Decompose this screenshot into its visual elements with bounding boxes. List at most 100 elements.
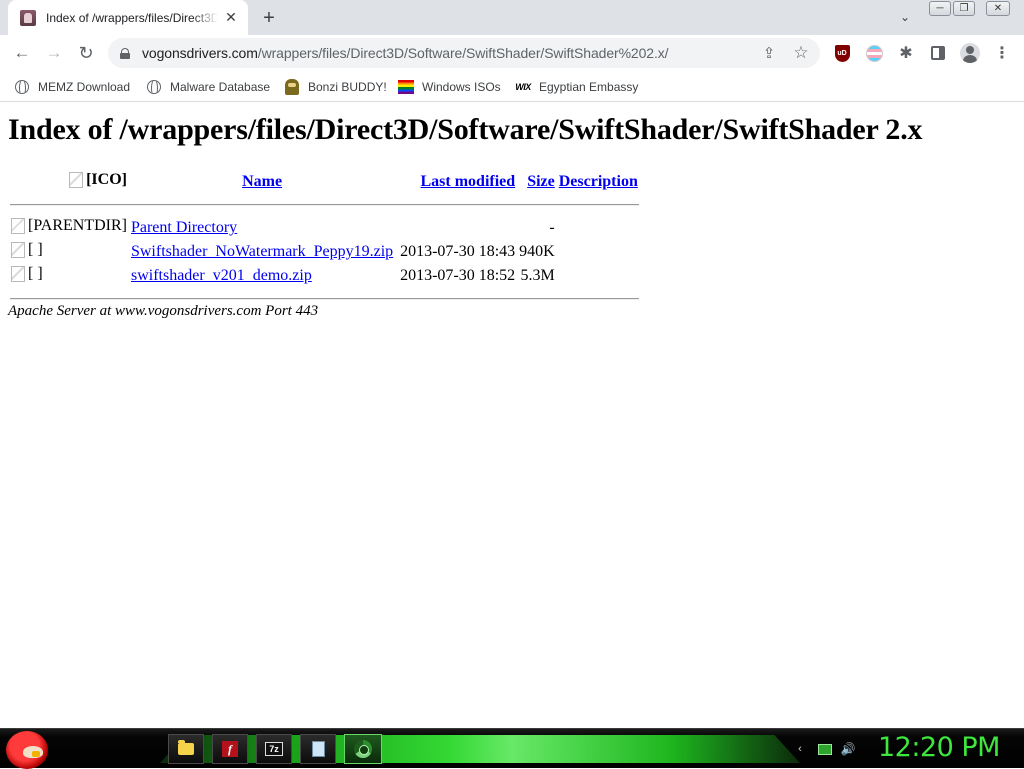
row-name[interactable]: swiftshader_v201_demo.zip: [130, 265, 394, 287]
bookmark-malware-database[interactable]: Malware Database: [146, 76, 270, 98]
row-modified: [396, 217, 516, 239]
tab-search-chevron-icon[interactable]: ⌄: [896, 8, 914, 26]
url-path: /wrappers/files/Direct3D/Software/SwiftS…: [257, 45, 669, 61]
globe-icon: [14, 79, 30, 95]
divider: [10, 298, 639, 300]
column-header-size[interactable]: Size: [518, 171, 556, 193]
extensions-puzzle-icon[interactable]: ✱: [896, 43, 916, 63]
column-header-icon: [ICO]: [10, 171, 128, 193]
flash-icon: f: [222, 741, 238, 757]
system-tray: ‹ 🔊 12:20 PM: [780, 729, 1024, 769]
bonzi-icon: [284, 79, 300, 95]
chrome-icon: [354, 740, 372, 758]
bookmarks-bar: MEMZ Download Malware Database Bonzi BUD…: [0, 71, 1024, 102]
url-text[interactable]: vogonsdrivers.com/wrappers/files/Direct3…: [142, 45, 669, 61]
table-header-row: [ICO] Name Last modified Size Descriptio…: [10, 171, 639, 193]
site-favicon-icon: [20, 9, 36, 26]
tab-title: Index of /wrappers/files/Direct3D/Softwa…: [46, 10, 218, 25]
divider: [10, 204, 639, 206]
address-bar[interactable]: vogonsdrivers.com/wrappers/files/Direct3…: [108, 38, 820, 68]
network-icon[interactable]: [817, 742, 833, 756]
bookmark-memz-download[interactable]: MEMZ Download: [14, 76, 130, 98]
row-description: [558, 241, 639, 263]
lock-icon[interactable]: [120, 47, 130, 59]
row-icon: [ ]: [10, 241, 128, 263]
wix-icon: WIX: [515, 82, 531, 92]
window-maximize-button[interactable]: ❐: [953, 1, 975, 16]
server-signature: Apache Server at www.vogonsdrivers.com P…: [8, 303, 319, 319]
bookmark-star-icon[interactable]: ☆: [792, 43, 810, 62]
taskbar: f 7z ‹ 🔊 12:20 PM: [0, 728, 1024, 769]
row-icon: [ ]: [10, 265, 128, 287]
window-close-button[interactable]: ✕: [986, 1, 1010, 16]
row-modified: 2013-07-30 18:52: [400, 267, 516, 284]
row-description: [558, 265, 639, 287]
window-minimize-button[interactable]: ─: [929, 1, 951, 16]
start-button-angry-bird-icon[interactable]: [6, 731, 48, 769]
column-header-modified[interactable]: Last modified: [396, 171, 516, 193]
row-size: -: [549, 219, 555, 236]
bookmark-label: Bonzi BUDDY!: [308, 80, 387, 94]
file-link[interactable]: swiftshader_v201_demo.zip: [131, 267, 312, 284]
taskbar-chrome[interactable]: [344, 734, 382, 764]
rainbow-flag-icon: [398, 79, 414, 95]
browser-tab-active[interactable]: Index of /wrappers/files/Direct3D/Softwa…: [8, 0, 248, 35]
notepad-icon: [311, 741, 325, 757]
broken-image-icon: [PARENTDIR]: [11, 217, 127, 235]
table-row: [PARENTDIR] Parent Directory -: [10, 217, 639, 239]
bookmark-label: Malware Database: [170, 80, 271, 94]
new-tab-button[interactable]: +: [258, 7, 280, 29]
forward-arrow-icon[interactable]: →: [42, 41, 66, 65]
reload-icon[interactable]: ↻: [74, 41, 98, 65]
flag-extension-icon[interactable]: [864, 43, 884, 63]
taskbar-7zip[interactable]: 7z: [256, 734, 292, 764]
page-content: Index of /wrappers/files/Direct3D/Softwa…: [0, 103, 1024, 728]
ublock-badge: uD: [834, 44, 850, 62]
bookmark-windows-isos[interactable]: Windows ISOs: [398, 76, 501, 98]
row-description: [558, 217, 639, 239]
row-size: 940K: [519, 243, 555, 260]
sort-by-modified-link[interactable]: Last modified: [421, 173, 516, 190]
page-title: Index of /wrappers/files/Direct3D/Softwa…: [8, 113, 923, 146]
column-header-description[interactable]: Description: [558, 171, 639, 193]
row-name[interactable]: Swiftshader_NoWatermark_Peppy19.zip: [130, 241, 394, 263]
browser-menu-icon[interactable]: ⋮: [992, 43, 1012, 63]
sort-by-description-link[interactable]: Description: [559, 173, 638, 190]
table-row: [ ] swiftshader_v201_demo.zip 2013-07-30…: [10, 265, 639, 287]
parent-directory-link[interactable]: Parent Directory: [131, 219, 237, 236]
taskbar-file-explorer[interactable]: [168, 734, 204, 764]
url-host: vogonsdrivers.com: [142, 45, 258, 61]
row-size: 5.3M: [520, 267, 555, 284]
directory-listing-table: [ICO] Name Last modified Size Descriptio…: [8, 169, 641, 311]
file-link[interactable]: Swiftshader_NoWatermark_Peppy19.zip: [131, 243, 393, 260]
profile-avatar-icon[interactable]: [960, 43, 980, 63]
tab-close-icon[interactable]: ✕: [222, 9, 240, 27]
browser-toolbar: ← → ↻ vogonsdrivers.com/wrappers/files/D…: [0, 35, 1024, 71]
broken-image-icon: [ ]: [11, 241, 43, 259]
taskbar-clock[interactable]: 12:20 PM: [878, 732, 1000, 763]
sort-by-name-link[interactable]: Name: [242, 173, 282, 190]
row-name[interactable]: Parent Directory: [130, 217, 394, 239]
bookmark-label: Egyptian Embassy: [539, 80, 639, 94]
7zip-icon: 7z: [265, 742, 283, 756]
broken-image-icon: [ICO]: [69, 171, 127, 189]
tray-overflow-chevron-icon[interactable]: ‹: [792, 742, 808, 756]
row-icon: [PARENTDIR]: [10, 217, 128, 239]
taskbar-notepad[interactable]: [300, 734, 336, 764]
column-header-name[interactable]: Name: [130, 171, 394, 193]
taskbar-flash-player[interactable]: f: [212, 734, 248, 764]
globe-icon: [146, 79, 162, 95]
side-panel-icon[interactable]: [928, 43, 948, 63]
folder-icon: [178, 740, 194, 755]
ublock-extension-icon[interactable]: uD: [832, 43, 852, 63]
broken-image-icon: [ ]: [11, 265, 43, 283]
bookmark-label: Windows ISOs: [422, 80, 501, 94]
sort-by-size-link[interactable]: Size: [527, 173, 555, 190]
back-arrow-icon[interactable]: ←: [10, 41, 34, 65]
share-icon[interactable]: ⇪: [760, 44, 778, 62]
table-row: [ ] Swiftshader_NoWatermark_Peppy19.zip …: [10, 241, 639, 263]
bookmark-egyptian-embassy[interactable]: WIX Egyptian Embassy: [515, 76, 638, 98]
row-modified: 2013-07-30 18:43: [400, 243, 516, 260]
bookmark-bonzi-buddy[interactable]: Bonzi BUDDY!: [284, 76, 387, 98]
volume-icon[interactable]: 🔊: [840, 742, 856, 756]
